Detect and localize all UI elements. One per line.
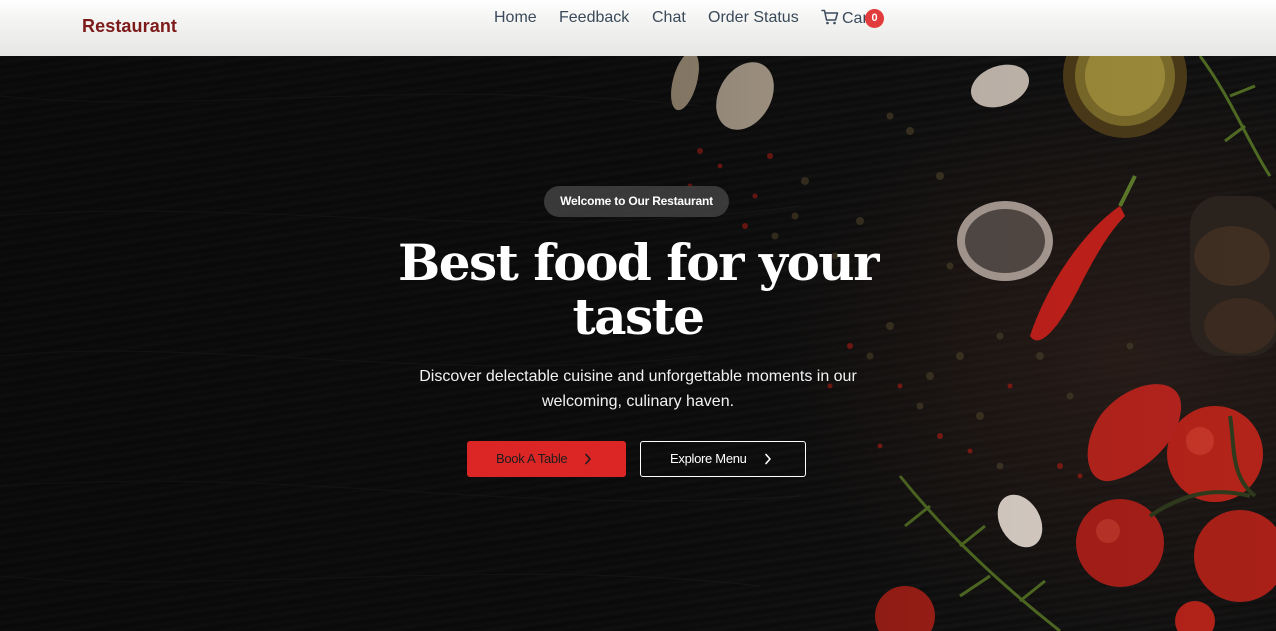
nav-link-home[interactable]: Home [494, 9, 537, 27]
chevron-right-icon [765, 453, 771, 465]
book-table-button[interactable]: Book A Table [467, 441, 626, 477]
top-navbar: Restaurant Home Feedback Chat Order Stat… [0, 0, 1276, 56]
explore-menu-label: Explore Menu [670, 451, 747, 466]
nav-link-chat[interactable]: Chat [652, 9, 686, 27]
book-table-label: Book A Table [496, 451, 568, 466]
nav-link-feedback[interactable]: Feedback [559, 9, 629, 27]
nav-link-order-status[interactable]: Order Status [708, 9, 799, 27]
cart-count-badge: 0 [865, 9, 884, 28]
brand-logo[interactable]: Restaurant [82, 16, 177, 37]
hero-subtitle: Discover delectable cuisine and unforget… [419, 368, 857, 410]
hero-section: Welcome to Our Restaurant Best food for … [0, 56, 1276, 631]
cart-icon [821, 9, 839, 25]
welcome-badge: Welcome to Our Restaurant [544, 186, 729, 217]
hero-title: Best food for your taste [397, 233, 880, 346]
chevron-right-icon [585, 453, 591, 465]
explore-menu-button[interactable]: Explore Menu [640, 441, 806, 477]
